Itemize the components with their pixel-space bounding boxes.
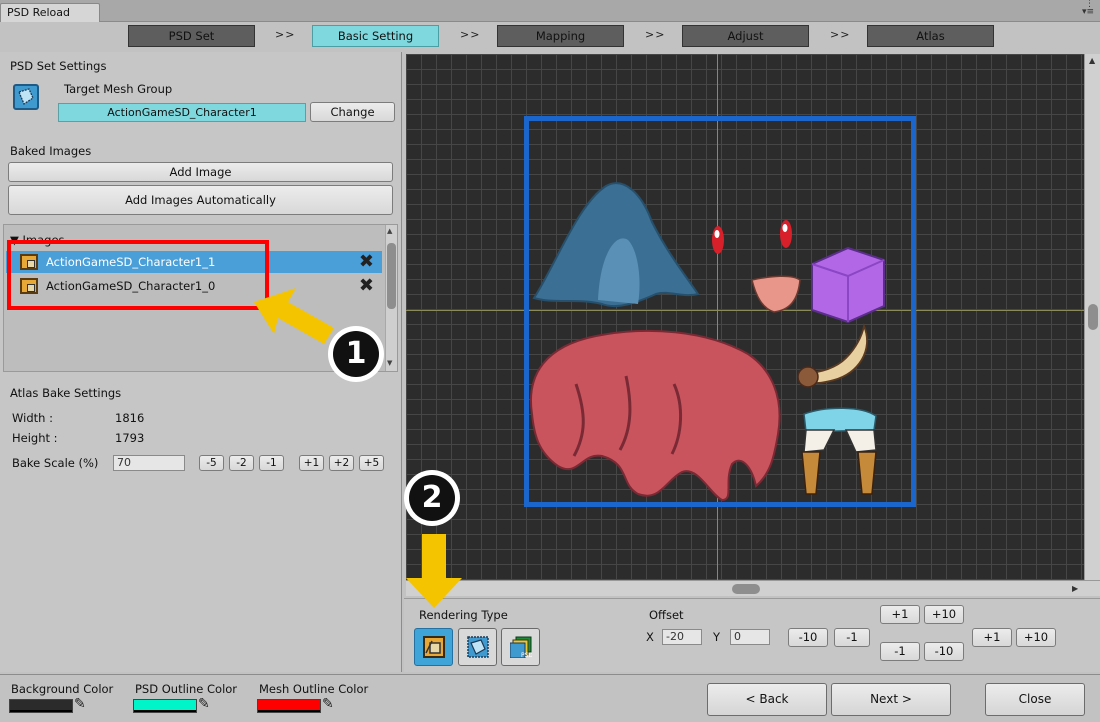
offset-x-minus-10-button[interactable]: -10 bbox=[788, 628, 828, 647]
add-images-auto-button[interactable]: Add Images Automatically bbox=[8, 185, 393, 215]
width-value: 1816 bbox=[115, 411, 145, 425]
eyedropper-icon[interactable]: ✎ bbox=[198, 696, 210, 712]
background-color-label: Background Color bbox=[11, 682, 114, 696]
offset-y-plus-1-button[interactable]: +1 bbox=[880, 605, 920, 624]
offset-x-plus-1-button[interactable]: +1 bbox=[972, 628, 1012, 647]
eyedropper-icon[interactable]: ✎ bbox=[322, 696, 334, 712]
step-atlas[interactable]: Atlas bbox=[867, 25, 994, 47]
render-image-button[interactable] bbox=[414, 628, 453, 666]
rendering-offset-controls: Rendering Type PSD Offset X -20 Y 0 -10 … bbox=[404, 598, 1100, 672]
images-list-scrollbar[interactable]: ▲ ▼ bbox=[385, 225, 397, 371]
scroll-down-icon[interactable]: ▼ bbox=[387, 359, 392, 367]
rendering-type-label: Rendering Type bbox=[419, 608, 508, 622]
step-mapping[interactable]: Mapping bbox=[497, 25, 624, 47]
offset-y-input[interactable]: 0 bbox=[730, 629, 770, 645]
scroll-up-icon[interactable]: ▲ bbox=[387, 227, 392, 235]
render-mesh-button[interactable] bbox=[458, 628, 497, 666]
psd-outline-frame bbox=[524, 116, 916, 507]
offset-y-minus-1-button[interactable]: -1 bbox=[880, 642, 920, 661]
step-separator: >> bbox=[830, 28, 851, 41]
offset-y-minus-10-button[interactable]: -10 bbox=[924, 642, 964, 661]
step-psd-set[interactable]: PSD Set bbox=[128, 25, 255, 47]
tutorial-down-arrow-icon bbox=[406, 534, 462, 608]
scale-plus-1-button[interactable]: +1 bbox=[299, 455, 324, 471]
window-menu-icon[interactable]: ⋮ ▾≡ bbox=[1082, 0, 1094, 17]
mesh-render-icon bbox=[467, 636, 489, 658]
target-mesh-label: Target Mesh Group bbox=[64, 82, 173, 96]
mesh-outline-color-swatch[interactable] bbox=[257, 699, 321, 713]
psd-set-settings-title: PSD Set Settings bbox=[10, 59, 107, 73]
mesh-group-icon bbox=[13, 84, 39, 110]
offset-y-label: Y bbox=[713, 630, 721, 644]
viewport-horizontal-scrollbar[interactable]: ▶ bbox=[406, 580, 1100, 596]
scale-plus-2-button[interactable]: +2 bbox=[329, 455, 354, 471]
step-basic-setting[interactable]: Basic Setting bbox=[312, 25, 439, 47]
window-titlebar: PSD Reload ⋮ ▾≡ bbox=[0, 0, 1100, 22]
offset-x-plus-10-button[interactable]: +10 bbox=[1016, 628, 1056, 647]
tutorial-arrow-icon bbox=[254, 288, 334, 344]
scroll-thumb[interactable] bbox=[387, 243, 396, 309]
close-button[interactable]: Close bbox=[985, 683, 1085, 716]
scroll-up-icon[interactable]: ▲ bbox=[1089, 56, 1095, 65]
step-separator: >> bbox=[460, 28, 481, 41]
background-color-swatch[interactable] bbox=[9, 699, 73, 713]
scroll-thumb[interactable] bbox=[1088, 304, 1098, 330]
delete-icon[interactable]: ✖ bbox=[359, 252, 374, 272]
delete-icon[interactable]: ✖ bbox=[359, 276, 374, 296]
width-label: Width : bbox=[12, 411, 53, 425]
back-button[interactable]: < Back bbox=[707, 683, 827, 716]
change-button[interactable]: Change bbox=[310, 102, 395, 122]
scroll-right-icon[interactable]: ▶ bbox=[1072, 584, 1078, 593]
add-image-button[interactable]: Add Image bbox=[8, 162, 393, 182]
scale-minus-5-button[interactable]: -5 bbox=[199, 455, 224, 471]
offset-label: Offset bbox=[649, 608, 684, 622]
svg-text:PSD: PSD bbox=[521, 652, 532, 658]
offset-x-minus-1-button[interactable]: -1 bbox=[834, 628, 870, 647]
window-tab[interactable]: PSD Reload bbox=[0, 3, 100, 22]
step-adjust[interactable]: Adjust bbox=[682, 25, 809, 47]
psd-outline-color-label: PSD Outline Color bbox=[135, 682, 238, 696]
next-button[interactable]: Next > bbox=[831, 683, 951, 716]
offset-x-input[interactable]: -20 bbox=[662, 629, 702, 645]
step-badge-1-number: 1 bbox=[333, 331, 379, 377]
mesh-outline-color-label: Mesh Outline Color bbox=[259, 682, 369, 696]
scale-minus-1-button[interactable]: -1 bbox=[259, 455, 284, 471]
viewport-vertical-scrollbar[interactable]: ▲ bbox=[1084, 54, 1100, 580]
offset-x-label: X bbox=[646, 630, 654, 644]
tutorial-highlight-box bbox=[7, 240, 269, 310]
height-label: Height : bbox=[12, 431, 58, 445]
eyedropper-icon[interactable]: ✎ bbox=[74, 696, 86, 712]
image-render-icon bbox=[423, 636, 445, 658]
psd-outline-color-swatch[interactable] bbox=[133, 699, 197, 713]
render-psd-button[interactable]: PSD bbox=[501, 628, 540, 666]
bake-scale-label: Bake Scale (%) bbox=[12, 456, 99, 470]
footer-bar: Background Color ✎ PSD Outline Color ✎ M… bbox=[0, 674, 1100, 722]
target-mesh-field[interactable]: ActionGameSD_Character1 bbox=[58, 103, 306, 122]
scroll-thumb[interactable] bbox=[732, 584, 760, 594]
height-value: 1793 bbox=[115, 431, 145, 445]
step-badge-2: 2 bbox=[404, 470, 460, 526]
bake-scale-input[interactable]: 70 bbox=[113, 455, 185, 471]
step-badge-1: 1 bbox=[328, 326, 384, 382]
step-bar: PSD Set >> Basic Setting >> Mapping >> A… bbox=[0, 22, 1100, 52]
preview-viewport[interactable] bbox=[406, 54, 1084, 580]
step-badge-2-number: 2 bbox=[409, 475, 455, 521]
scale-minus-2-button[interactable]: -2 bbox=[229, 455, 254, 471]
atlas-bake-settings-title: Atlas Bake Settings bbox=[10, 386, 122, 400]
baked-images-title: Baked Images bbox=[10, 144, 92, 158]
step-separator: >> bbox=[645, 28, 666, 41]
scale-plus-5-button[interactable]: +5 bbox=[359, 455, 384, 471]
psd-render-icon: PSD bbox=[510, 636, 532, 658]
step-separator: >> bbox=[275, 28, 296, 41]
offset-y-plus-10-button[interactable]: +10 bbox=[924, 605, 964, 624]
